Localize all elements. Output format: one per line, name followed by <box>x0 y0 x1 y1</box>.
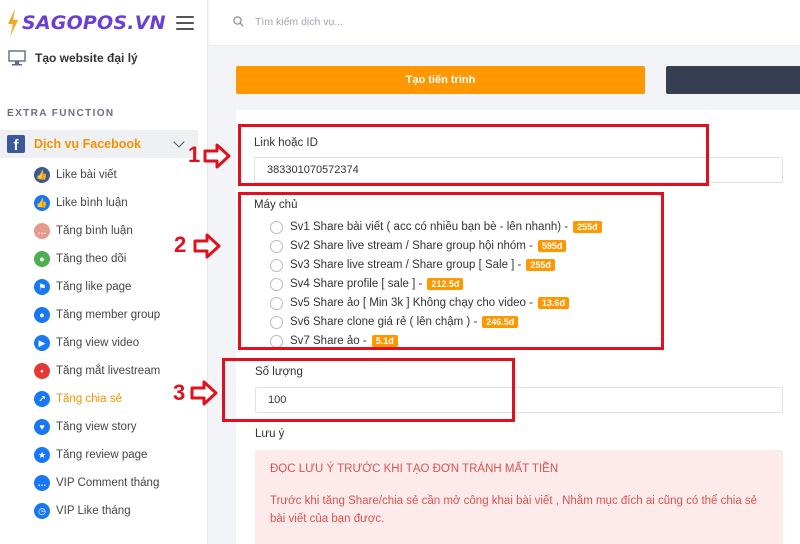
sidebar-item-label: Tăng review page <box>56 449 148 461</box>
sidebar-item-label: Tăng member group <box>56 309 161 321</box>
search-icon <box>233 16 244 27</box>
group-icon: ● <box>34 307 50 323</box>
sidebar-item[interactable]: 👍 Like bình luận <box>34 194 128 212</box>
sidebar-item-label: Tăng like page <box>56 281 132 293</box>
note-label: Lưu ý <box>255 428 285 440</box>
monitor-icon <box>8 50 26 66</box>
annotation-number-2: 2 <box>174 232 187 257</box>
logo-text: SAGOPOS.VN <box>22 12 166 34</box>
menu-toggle-icon[interactable] <box>176 16 194 30</box>
like-comment-icon: 👍 <box>34 195 50 211</box>
agent-label: Tạo website đại lý <box>35 51 138 65</box>
sidebar-item-label: Tăng chia sẻ <box>56 393 122 405</box>
sidebar-item-label: Tăng view story <box>56 421 137 433</box>
bolt-icon <box>8 9 18 37</box>
sidebar-item[interactable]: 👍 Like bài viết <box>34 166 117 184</box>
sidebar-group-facebook[interactable]: f Dịch vụ Facebook <box>0 130 198 158</box>
annotation-number-3: 3 <box>173 380 186 405</box>
comment-icon: … <box>34 223 50 239</box>
chat-icon: … <box>34 475 50 491</box>
note-text: Trước khi tăng Share/chia sẻ cần mở công… <box>270 495 758 525</box>
arrow-right-icon <box>190 380 218 406</box>
annotation-box-1 <box>238 124 709 186</box>
sidebar-item-label: Tăng theo dõi <box>56 253 127 265</box>
heart-icon: ♥ <box>34 419 50 435</box>
share-icon: ↗ <box>34 391 50 407</box>
play-icon: ▶ <box>34 335 50 351</box>
thumbs-up-icon: 👍 <box>34 167 50 183</box>
flag-icon: ⚑ <box>34 279 50 295</box>
sidebar-item[interactable]: ◷ VIP Like tháng <box>34 502 131 520</box>
search-input[interactable] <box>255 12 555 32</box>
annotation-box-2 <box>238 192 664 350</box>
sidebar-item[interactable]: ⚑ Tăng like page <box>34 278 131 296</box>
sidebar-item-label: Tăng mắt livestream <box>56 365 161 377</box>
chevron-down-icon <box>173 136 185 148</box>
clock-icon: ◷ <box>34 503 50 519</box>
note-title: ĐỌC LƯU Ý TRƯỚC KHI TẠO ĐƠN TRÁNH MẤT TI… <box>270 463 559 475</box>
arrow-right-icon <box>193 233 221 259</box>
sidebar-item-label: Like bài viết <box>56 169 117 181</box>
sidebar-item[interactable]: ● Tăng theo dõi <box>34 250 126 268</box>
secondary-button[interactable] <box>666 66 800 94</box>
follower-icon: ● <box>34 251 50 267</box>
sidebar-item[interactable]: ↗ Tăng chia sẻ <box>34 390 122 408</box>
sidebar-item[interactable]: ★ Tăng review page <box>34 446 147 464</box>
sidebar-item-label: Like bình luận <box>56 197 128 209</box>
arrow-right-icon <box>203 143 231 169</box>
logo[interactable]: SAGOPOS.VN <box>6 8 166 38</box>
review-icon: ★ <box>34 447 50 463</box>
sidebar-item[interactable]: … VIP Comment tháng <box>34 474 159 492</box>
sidebar-item-label: Tăng bình luận <box>56 225 133 237</box>
sidebar: SAGOPOS.VN Tạo website đại lý EXTRA FUNC… <box>0 0 208 544</box>
topbar <box>209 0 800 46</box>
sidebar-item[interactable]: ▶ Tăng view video <box>34 334 139 352</box>
annotation-box-3 <box>222 358 515 422</box>
live-icon: • <box>34 363 50 379</box>
sidebar-item[interactable]: ● Tăng member group <box>34 306 160 324</box>
sidebar-item-label: Tăng view video <box>56 337 140 349</box>
sidebar-item[interactable]: • Tăng mắt livestream <box>34 362 160 380</box>
sidebar-item[interactable]: … Tăng bình luận <box>34 222 133 240</box>
group-label: Dịch vụ Facebook <box>34 137 141 151</box>
sidebar-item-label: VIP Comment tháng <box>56 477 160 489</box>
sidebar-item-label: VIP Like tháng <box>56 505 131 517</box>
section-title: EXTRA FUNCTION <box>7 108 115 119</box>
facebook-icon: f <box>7 135 25 153</box>
create-process-button[interactable]: Tạo tiến trình <box>236 66 645 94</box>
sidebar-item[interactable]: ♥ Tăng view story <box>34 418 137 436</box>
create-agent-website-link[interactable]: Tạo website đại lý <box>8 50 138 66</box>
annotation-number-1: 1 <box>188 142 201 167</box>
